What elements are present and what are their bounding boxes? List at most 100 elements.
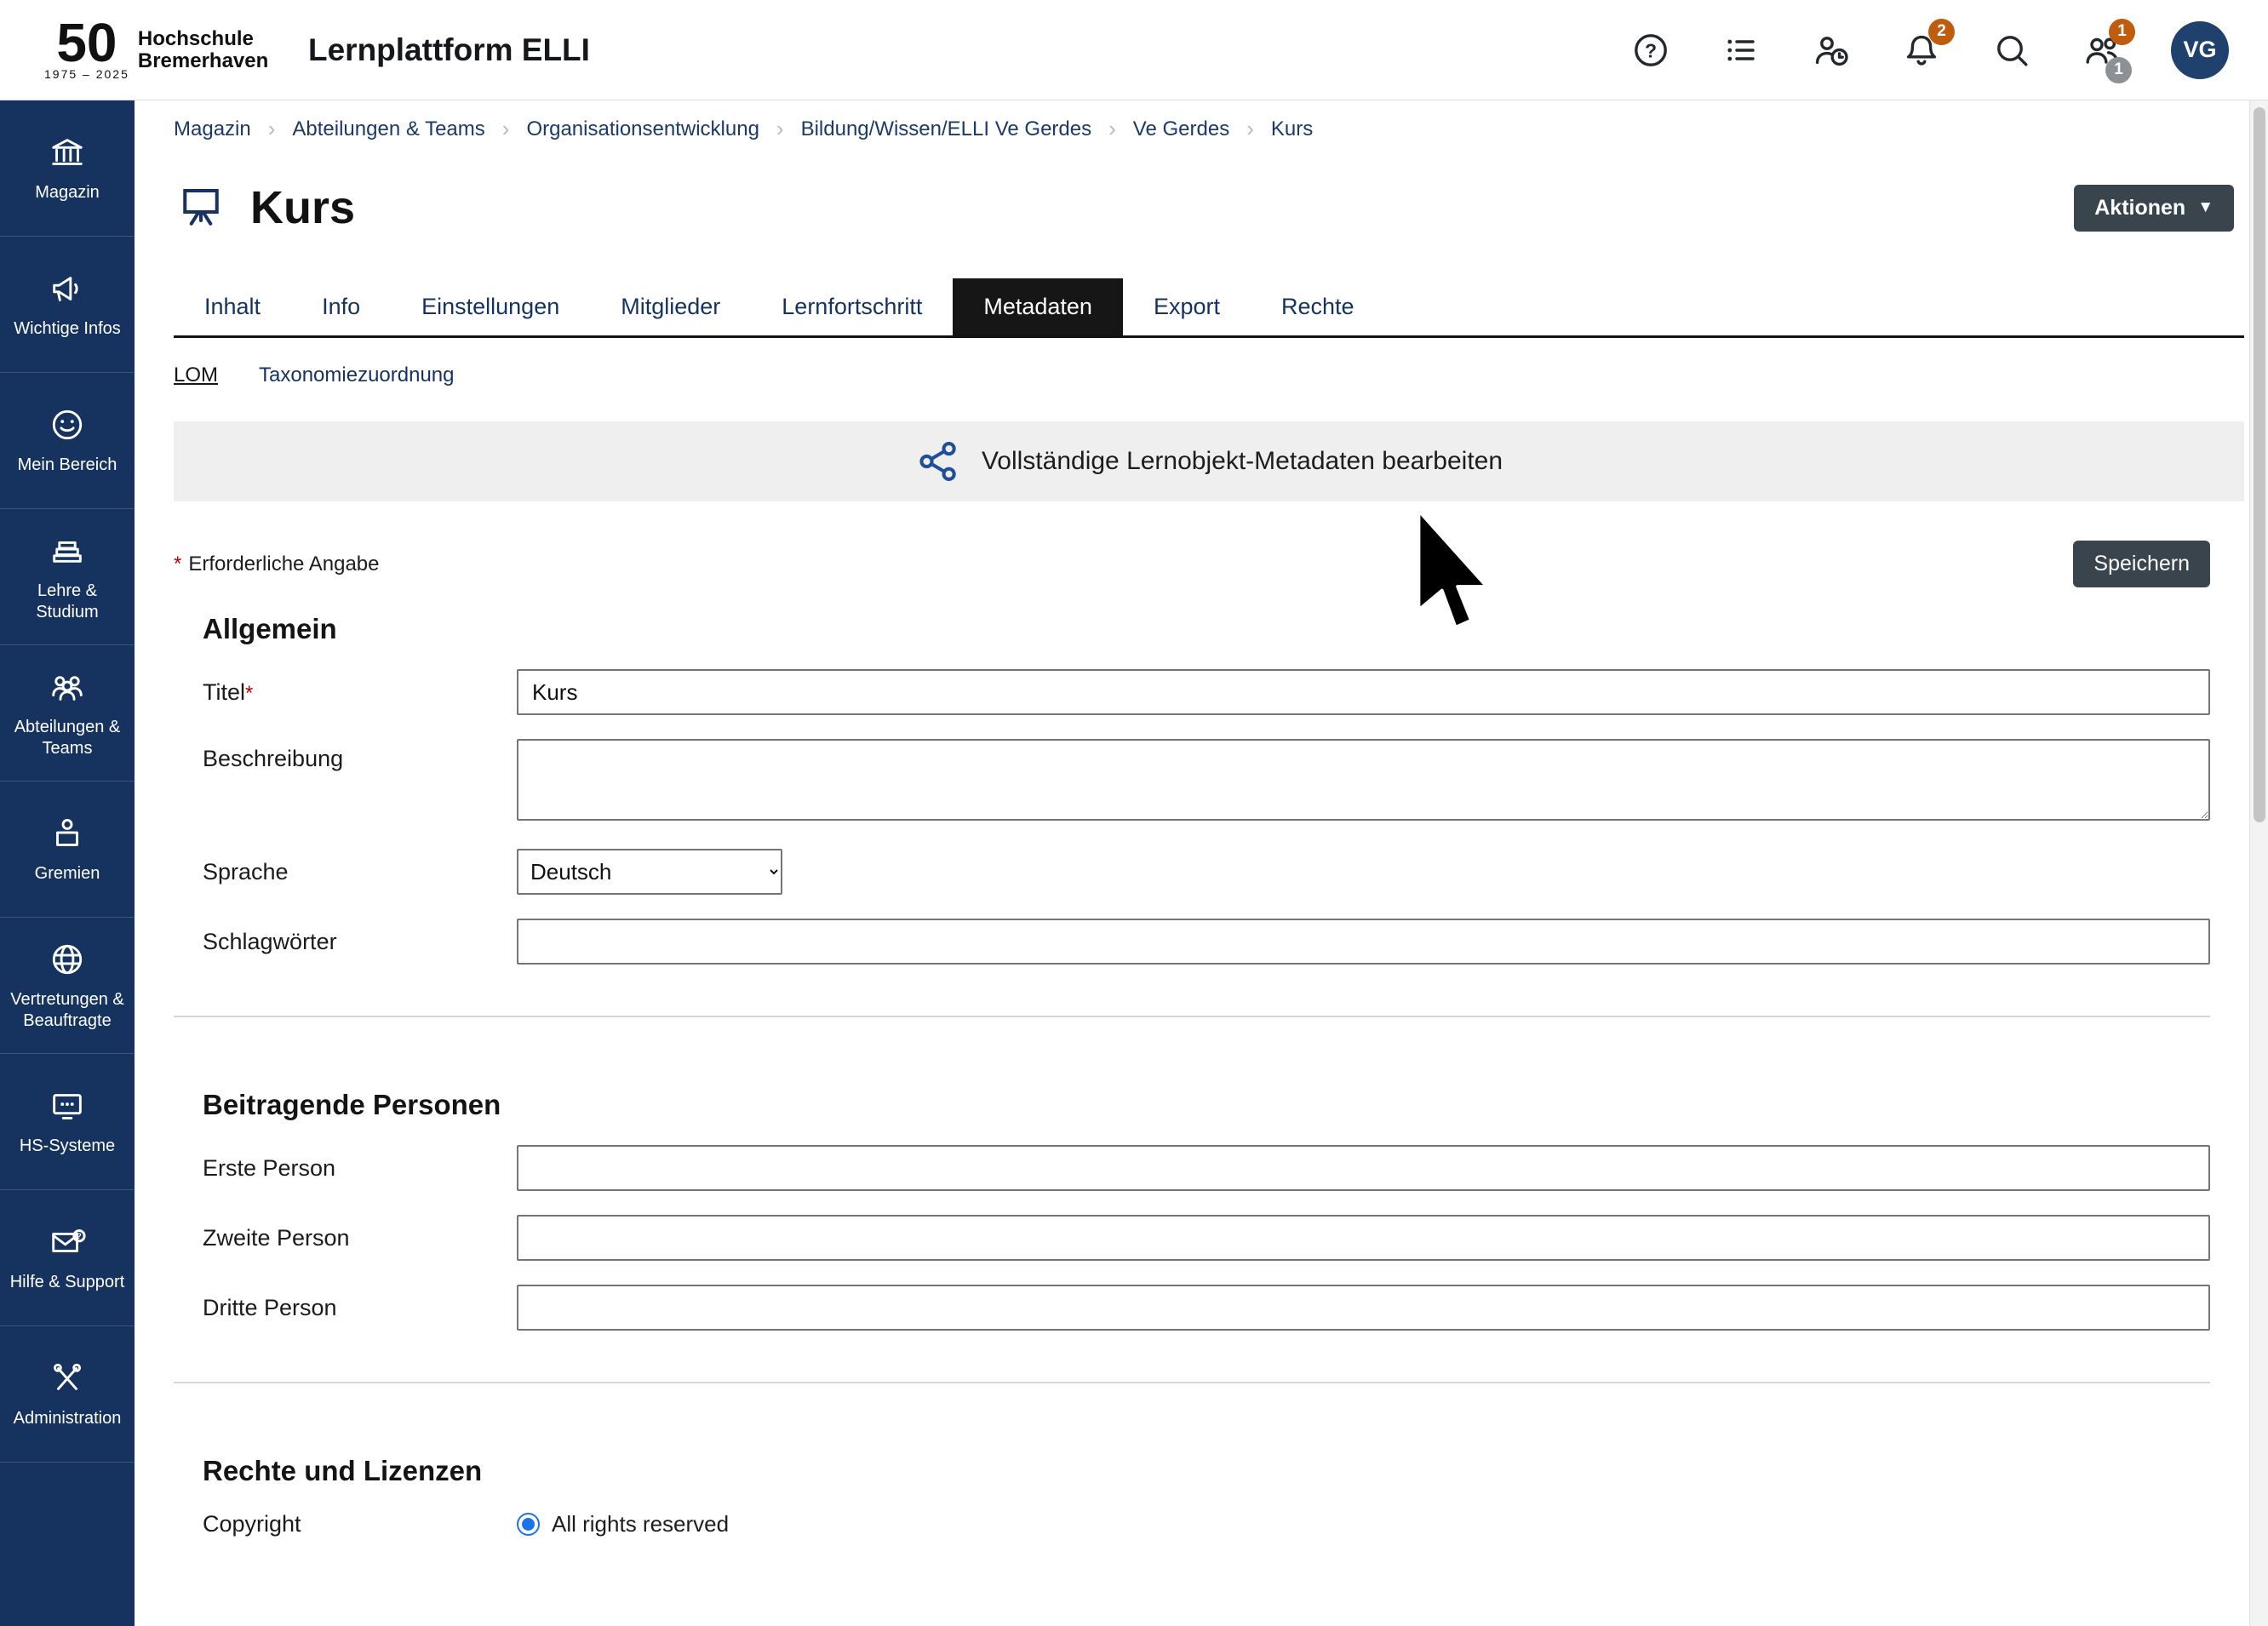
podium-icon: [48, 814, 87, 853]
sidebar-item-hilfe-support[interactable]: ? Hilfe & Support: [0, 1190, 135, 1326]
tab-mitglieder[interactable]: Mitglieder: [590, 278, 751, 335]
form-row-titel: Titel*: [174, 669, 2244, 715]
person-clock-icon: [1811, 30, 1852, 71]
tab-inhalt[interactable]: Inhalt: [174, 278, 291, 335]
list-icon: [1721, 30, 1761, 71]
form-row-erste-person: Erste Person: [174, 1145, 2244, 1191]
tab-bar: Inhalt Info Einstellungen Mitglieder Ler…: [174, 278, 2244, 338]
contacts-button[interactable]: 1 1: [2081, 29, 2123, 72]
tab-export[interactable]: Export: [1123, 278, 1251, 335]
beschreibung-textarea[interactable]: [517, 739, 2210, 821]
hochschule-bremerhaven-logo: 50 1975 – 2025 Hochschule Bremerhaven: [44, 20, 268, 79]
breadcrumb-separator: ›: [1108, 116, 1116, 142]
breadcrumb-link[interactable]: Bildung/Wissen/ELLI Ve Gerdes: [801, 117, 1092, 141]
sidebar-item-mein-bereich[interactable]: Mein Bereich: [0, 373, 135, 509]
sidebar-item-administration[interactable]: Administration: [0, 1326, 135, 1463]
sidebar-item-label: Wichtige Infos: [14, 318, 121, 340]
sidebar-item-lehre-studium[interactable]: Lehre & Studium: [0, 509, 135, 645]
svg-text:?: ?: [77, 1232, 82, 1241]
smiley-icon: [48, 405, 87, 444]
tab-info[interactable]: Info: [291, 278, 391, 335]
tab-einstellungen[interactable]: Einstellungen: [391, 278, 590, 335]
breadcrumb-link[interactable]: Kurs: [1271, 117, 1313, 141]
breadcrumb-link[interactable]: Organisationsentwicklung: [526, 117, 759, 141]
titel-input[interactable]: [517, 669, 2210, 715]
breadcrumb-link[interactable]: Ve Gerdes: [1133, 117, 1229, 141]
section-title-rechte-lizenzen: Rechte und Lizenzen: [174, 1455, 2244, 1487]
help-icon: ?: [1630, 30, 1671, 71]
aktionen-button[interactable]: Aktionen ▼: [2074, 185, 2234, 232]
search-button[interactable]: [1990, 29, 2033, 72]
logo-years: 1975 – 2025: [44, 70, 129, 80]
scrollbar-thumb[interactable]: [2254, 107, 2265, 822]
logo-name: Hochschule Bremerhaven: [138, 28, 268, 71]
field-label: Sprache: [174, 859, 517, 885]
breadcrumb-separator: ›: [776, 116, 784, 142]
breadcrumb-separator: ›: [268, 116, 276, 142]
page-title: Kurs: [250, 181, 355, 234]
sprache-select[interactable]: Deutsch: [517, 849, 782, 895]
monitor-icon: [48, 1086, 87, 1125]
section-divider: [174, 1016, 2210, 1017]
books-icon: [48, 531, 87, 570]
form-row-beschreibung: Beschreibung: [174, 739, 2244, 825]
contacts-badge-secondary: 1: [2105, 57, 2132, 83]
notifications-badge: 2: [1928, 19, 1955, 45]
breadcrumb-link[interactable]: Magazin: [174, 117, 251, 141]
sidebar-item-gremien[interactable]: Gremien: [0, 782, 135, 918]
breadcrumb: Magazin › Abteilungen & Teams › Organisa…: [174, 116, 2244, 142]
sidebar-item-magazin[interactable]: Magazin: [0, 100, 135, 237]
sidebar-item-hs-systeme[interactable]: HS-Systeme: [0, 1054, 135, 1190]
main-content: Magazin › Abteilungen & Teams › Organisa…: [135, 0, 2268, 1537]
user-avatar[interactable]: VG: [2171, 21, 2229, 79]
tools-icon: [48, 1359, 87, 1398]
speichern-button[interactable]: Speichern: [2073, 541, 2210, 587]
form-meta-row: *Erforderliche Angabe Speichern: [174, 541, 2244, 587]
tab-metadaten[interactable]: Metadaten: [953, 278, 1123, 335]
erste-person-input[interactable]: [517, 1145, 2210, 1191]
section-divider: [174, 1382, 2210, 1383]
required-note: *Erforderliche Angabe: [174, 552, 380, 576]
sidebar-item-label: Magazin: [35, 182, 100, 203]
sidebar-item-vertretungen[interactable]: Vertretungen & Beauftragte: [0, 918, 135, 1054]
dritte-person-input[interactable]: [517, 1285, 2210, 1331]
course-board-icon: [174, 182, 228, 233]
edit-full-metadata-banner[interactable]: Vollständige Lernobjekt-Metadaten bearbe…: [174, 421, 2244, 501]
sidebar-item-label: Hilfe & Support: [10, 1272, 125, 1293]
overview-list-button[interactable]: [1720, 29, 1762, 72]
sidebar-item-wichtige-infos[interactable]: Wichtige Infos: [0, 237, 135, 373]
sidebar-item-label: Lehre & Studium: [7, 581, 128, 623]
sidebar-item-label: Administration: [14, 1408, 122, 1429]
help-button[interactable]: ?: [1629, 29, 1672, 72]
schlagwoerter-input[interactable]: [517, 919, 2210, 965]
subtab-lom[interactable]: LOM: [174, 364, 218, 387]
topbar-icon-group: ? 2: [1629, 21, 2229, 79]
globe-icon: [48, 940, 87, 979]
field-label: Erste Person: [174, 1155, 517, 1182]
form-row-copyright: Copyright All rights reserved: [174, 1511, 2244, 1537]
vertical-scrollbar[interactable]: [2249, 100, 2268, 1626]
subtab-bar: LOM Taxonomiezuordnung: [174, 364, 2244, 387]
required-asterisk: *: [245, 682, 253, 705]
sidebar-item-abteilungen-teams[interactable]: Abteilungen & Teams: [0, 645, 135, 782]
required-asterisk: *: [174, 552, 181, 575]
share-nodes-icon: [915, 438, 961, 484]
copyright-radio[interactable]: [517, 1513, 540, 1536]
recent-activity-button[interactable]: [1810, 29, 1853, 72]
sidebar-item-label: Abteilungen & Teams: [7, 717, 128, 759]
section-title-beitragende-personen: Beitragende Personen: [174, 1089, 2244, 1121]
svg-text:?: ?: [1645, 39, 1657, 61]
notifications-button[interactable]: 2: [1900, 29, 1943, 72]
subtab-taxonomiezuordnung[interactable]: Taxonomiezuordnung: [259, 364, 455, 387]
field-label: Schlagwörter: [174, 929, 517, 955]
breadcrumb-link[interactable]: Abteilungen & Teams: [292, 117, 484, 141]
search-icon: [1991, 30, 2032, 71]
tab-rechte[interactable]: Rechte: [1251, 278, 1385, 335]
sidebar-item-label: Mein Bereich: [18, 455, 117, 476]
form-row-zweite-person: Zweite Person: [174, 1215, 2244, 1261]
tab-lernfortschritt[interactable]: Lernfortschritt: [751, 278, 953, 335]
breadcrumb-separator: ›: [1246, 116, 1254, 142]
field-label: Titel*: [174, 679, 517, 706]
field-label: Zweite Person: [174, 1225, 517, 1251]
zweite-person-input[interactable]: [517, 1215, 2210, 1261]
